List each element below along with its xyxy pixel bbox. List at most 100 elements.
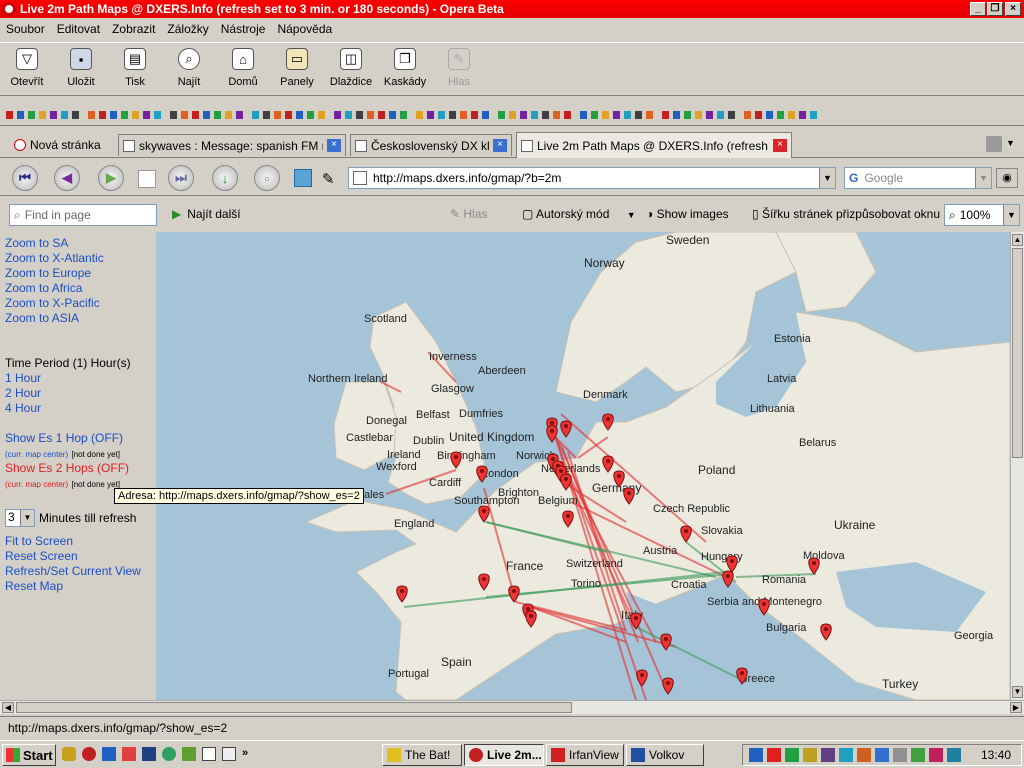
station-marker-icon[interactable] [662,677,674,695]
address-dropdown-icon[interactable]: ▼ [819,168,835,188]
bookmark-icon[interactable] [438,110,445,119]
tab-new-page[interactable]: Nová stránka [10,134,114,156]
reset-map-link[interactable]: Reset Map [5,579,156,594]
bookmark-icon[interactable] [318,110,325,119]
scroll-up-icon[interactable]: ▲ [1012,234,1023,246]
bookmark-icon[interactable] [389,110,396,119]
map-canvas[interactable]: Sweden Norway Estonia Scotland InvernessAber… [156,232,1010,700]
bookmark-icon[interactable] [509,110,516,119]
show-images-button[interactable]: ◑ Show images [646,207,729,221]
bookmark-icon[interactable] [580,110,587,119]
bookmark-icon[interactable] [766,110,773,119]
bookmark-icon[interactable] [203,110,210,119]
quick-launch-icon-2[interactable] [102,747,116,761]
chevron-right-icon[interactable]: » [242,747,248,761]
bookmark-icon[interactable] [684,110,691,119]
bookmark-icon[interactable] [6,110,13,119]
es-2-hops-link[interactable]: Show Es 2 Hops (OFF) [5,461,156,476]
quick-launch-icon-5[interactable] [182,747,196,761]
address-bar[interactable]: http://maps.dxers.info/gmap/?b=2m ▼ [348,167,836,189]
voice-button[interactable]: ✎ Hlas [432,43,486,95]
tab-cs-dx-klub[interactable]: Československý DX klub × [350,134,512,156]
reset-screen-link[interactable]: Reset Screen [5,549,156,564]
bookmark-icon[interactable] [121,110,128,119]
scroll-down-icon[interactable]: ▼ [1012,686,1023,698]
find-button[interactable]: ⌕ Najít [162,43,216,95]
bookmark-icon[interactable] [498,110,505,119]
quick-launch-icon-3[interactable] [122,747,136,761]
bookmark-icon[interactable] [662,110,669,119]
bookmark-icon[interactable] [367,110,374,119]
task-live-2m[interactable]: Live 2m... [464,744,544,766]
fit-width-toggle[interactable]: ▯ Šířku stránek přizpůsobovat oknu [752,207,940,221]
wand-icon[interactable] [294,169,312,187]
zoom-x-atlantic-link[interactable]: Zoom to X-Atlantic [5,251,156,266]
voice-toggle[interactable]: ✎ Hlas [450,207,487,221]
zoom-select[interactable]: ⌕ 100% ▼ [944,204,1020,226]
tray-icon[interactable] [767,748,781,762]
bookmark-icon[interactable] [646,110,653,119]
bookmark-icon[interactable] [252,110,259,119]
bookmark-icon[interactable] [50,110,57,119]
bookmark-icon[interactable] [416,110,423,119]
bookmark-icon[interactable] [553,110,560,119]
bookmark-icon[interactable] [274,110,281,119]
bookmark-icon[interactable] [427,110,434,119]
bookmark-icon[interactable] [728,110,735,119]
tray-icon[interactable] [911,748,925,762]
bookmark-icon[interactable] [673,110,680,119]
tile-button[interactable]: ◫ Dlaždice [324,43,378,95]
bookmark-icon[interactable] [214,110,221,119]
path-map[interactable]: Sweden Norway Estonia Scotland Inverness Aber… [156,232,1010,700]
bookmark-icon[interactable] [225,110,232,119]
quick-launch-icon-6[interactable] [202,747,216,761]
zoom-europe-link[interactable]: Zoom to Europe [5,266,156,281]
bookmark-icon[interactable] [810,110,817,119]
tray-icon[interactable] [839,748,853,762]
hour-4-link[interactable]: 4 Hour [5,401,156,416]
bookmark-icon[interactable] [132,110,139,119]
es-1-hop-link[interactable]: Show Es 1 Hop (OFF) [5,431,156,446]
station-marker-icon[interactable] [560,420,572,438]
tab-skywaves[interactable]: skywaves : Message: spanish FM now × [118,134,346,156]
find-next-button[interactable]: ▶ Najít další [172,207,241,221]
bookmark-icon[interactable] [334,110,341,119]
horizontal-scroll-thumb[interactable] [16,702,572,713]
refresh-minutes-select[interactable]: 3 ▼ [5,509,35,527]
bookmark-icon[interactable] [695,110,702,119]
start-button[interactable]: Start [2,744,56,766]
fast-forward-button[interactable]: ⏭ [168,165,194,191]
reload-button[interactable]: ↓ [212,165,238,191]
task-the-bat[interactable]: The Bat! [382,744,462,766]
home-button[interactable]: ⌂ Domů [216,43,270,95]
curr-map-center-link-2[interactable]: (curr. map center) [5,480,68,489]
panels-button[interactable]: ▭ Panely [270,43,324,95]
bookmark-icon[interactable] [471,110,478,119]
bookmark-icon[interactable] [602,110,609,119]
bookmark-icon[interactable] [460,110,467,119]
bookmark-icon[interactable] [285,110,292,119]
eye-icon[interactable]: ◉ [996,168,1018,188]
bookmark-icon[interactable] [635,110,642,119]
refresh-view-link[interactable]: Refresh/Set Current View [5,564,156,579]
save-button[interactable]: ▪ Uložit [54,43,108,95]
close-icon[interactable]: × [493,139,507,152]
zoom-sa-link[interactable]: Zoom to SA [5,236,156,251]
bookmark-icon[interactable] [99,110,106,119]
search-dropdown-icon[interactable]: ▼ [975,168,991,188]
bookmark-icon[interactable] [777,110,784,119]
bookmark-icon[interactable] [591,110,598,119]
bookmark-icon[interactable] [564,110,571,119]
tray-icon[interactable] [857,748,871,762]
tray-icon[interactable] [929,748,943,762]
bookmark-icon[interactable] [236,110,243,119]
bookmark-icon[interactable] [307,110,314,119]
chevron-down-icon[interactable]: ▼ [20,510,34,526]
bookmark-icon[interactable] [613,110,620,119]
bookmark-icon[interactable] [744,110,751,119]
close-icon[interactable]: × [327,139,341,152]
fit-to-screen-link[interactable]: Fit to Screen [5,534,156,549]
close-icon[interactable]: × [773,139,787,152]
print-button[interactable]: ▤ Tisk [108,43,162,95]
bookmark-icon[interactable] [143,110,150,119]
